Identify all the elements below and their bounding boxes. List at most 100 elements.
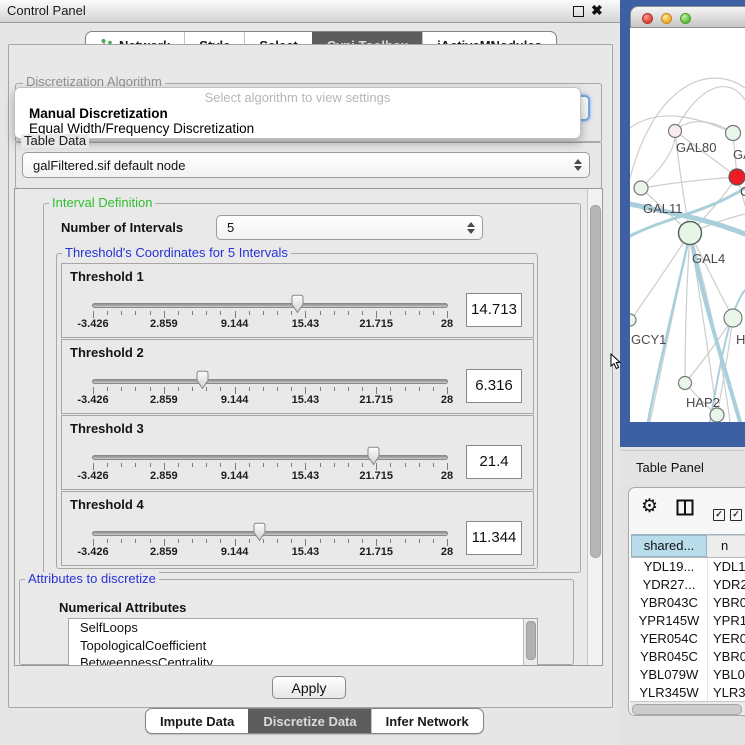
- column-header-name[interactable]: n: [707, 535, 745, 557]
- slider-tick-label: -3.426: [77, 470, 108, 482]
- table-panel-title: Table Panel: [636, 460, 704, 475]
- table-row[interactable]: YBR045CYBR0: [631, 648, 745, 666]
- node-label-c: C: [740, 184, 745, 199]
- slider-tick-label: 21.715: [359, 318, 393, 330]
- node-gal11[interactable]: [634, 181, 648, 195]
- slider-tick-label: 21.715: [359, 546, 393, 558]
- node-gcy1[interactable]: [630, 314, 636, 326]
- network-canvas[interactable]: GAL80GACGAL11GAL4HGCY1HAP2: [630, 28, 745, 422]
- slider-tick-label: 2.859: [150, 318, 178, 330]
- threshold-slider-track[interactable]: [92, 531, 448, 536]
- gear-icon[interactable]: ⚙: [641, 497, 658, 516]
- combo-arrows-icon: [467, 216, 475, 239]
- cell-name[interactable]: YBR0: [708, 648, 745, 666]
- table-row[interactable]: YDL19...YDL1: [631, 558, 745, 576]
- cell-shared-name[interactable]: YBR045C: [631, 648, 708, 666]
- slider-tick-label: 9.144: [221, 546, 249, 558]
- tab-impute-data[interactable]: Impute Data: [146, 709, 248, 733]
- dropdown-option-manual-discretization[interactable]: Manual Discretization: [29, 106, 168, 121]
- number-of-intervals-value: 5: [227, 220, 234, 235]
- table-row[interactable]: YBL079WYBL0: [631, 666, 745, 684]
- close-traffic-light-icon[interactable]: [642, 13, 653, 24]
- node-bottom[interactable]: [710, 408, 724, 422]
- attribute-item[interactable]: SelfLoops: [69, 619, 537, 637]
- threshold-value-field[interactable]: 14.713: [466, 293, 522, 327]
- zoom-traffic-light-icon[interactable]: [680, 13, 691, 24]
- table-row[interactable]: YLR345WYLR3: [631, 684, 745, 702]
- table-row[interactable]: YER054CYER0: [631, 630, 745, 648]
- attributes-scrollbar[interactable]: [523, 619, 537, 665]
- number-of-intervals-combobox[interactable]: 5: [216, 215, 483, 240]
- cell-shared-name[interactable]: YDL19...: [631, 558, 708, 576]
- column-header-shared-name[interactable]: shared...: [631, 535, 707, 557]
- threshold-label: Threshold 1: [70, 269, 144, 284]
- scrollbar-thumb[interactable]: [590, 205, 601, 558]
- table-panel-header: Table Panel: [620, 450, 745, 484]
- node-gal80[interactable]: [669, 125, 682, 138]
- checkbox-icon[interactable]: ✓: [713, 509, 725, 521]
- threshold-value-field[interactable]: 11.344: [466, 521, 522, 555]
- numerical-attributes-list[interactable]: SelfLoopsTopologicalCoefficientBetweenne…: [68, 618, 538, 666]
- slider-ticks: [93, 539, 447, 547]
- slider-tick-label: -3.426: [77, 546, 108, 558]
- attribute-item[interactable]: BetweennessCentrality: [69, 654, 537, 666]
- scrollbar-thumb[interactable]: [632, 704, 742, 715]
- node-hap2[interactable]: [679, 377, 692, 390]
- slider-tick-label: 21.715: [359, 394, 393, 406]
- slider-ticks: [93, 311, 447, 319]
- cell-name[interactable]: YER0: [708, 630, 745, 648]
- float-window-icon[interactable]: [573, 6, 584, 17]
- scrollbar-thumb[interactable]: [526, 621, 536, 660]
- cell-shared-name[interactable]: YER054C: [631, 630, 708, 648]
- node-gal4[interactable]: [679, 222, 702, 245]
- mouse-cursor: [610, 353, 622, 370]
- panel-scrollbar[interactable]: [587, 189, 602, 665]
- cell-name[interactable]: YBL0: [708, 666, 745, 684]
- node-table: shared... n YDL19...YDL1YDR27...YDR2YBR0…: [631, 534, 745, 715]
- slider-ticks: [93, 387, 447, 395]
- cell-name[interactable]: YPR1: [708, 612, 745, 630]
- cell-shared-name[interactable]: YDR27...: [631, 576, 708, 594]
- table-horizontal-scrollbar[interactable]: [630, 701, 745, 716]
- attribute-item[interactable]: TopologicalCoefficient: [69, 637, 537, 655]
- close-icon[interactable]: ✖: [591, 2, 603, 19]
- cell-shared-name[interactable]: YBL079W: [631, 666, 708, 684]
- cell-name[interactable]: YLR3: [708, 684, 745, 702]
- slider-ticks: [93, 463, 447, 471]
- slider-tick-label: 28: [441, 470, 453, 482]
- node-selected-red[interactable]: [729, 169, 745, 185]
- dropdown-hint: Select algorithm to view settings: [15, 90, 580, 105]
- threshold-slider-track[interactable]: [92, 455, 448, 460]
- slider-tick-label: 28: [441, 318, 453, 330]
- table-data-combobox[interactable]: galFiltered.sif default node: [22, 152, 590, 178]
- attributes-group-title: Attributes to discretize: [25, 572, 159, 586]
- cell-shared-name[interactable]: YPR145W: [631, 612, 708, 630]
- cell-name[interactable]: YDL1: [708, 558, 745, 576]
- thresholds-group-title: Threshold's Coordinates for 5 Intervals: [62, 246, 291, 260]
- threshold-value-field[interactable]: 6.316: [466, 369, 522, 403]
- threshold-slider-track[interactable]: [92, 379, 448, 384]
- columns-icon[interactable]: [676, 499, 694, 516]
- slider-tick-label: -3.426: [77, 394, 108, 406]
- threshold-value-field[interactable]: 21.4: [466, 445, 522, 479]
- minimize-traffic-light-icon[interactable]: [661, 13, 672, 24]
- table-row[interactable]: YDR27...YDR2: [631, 576, 745, 594]
- checkbox-icon[interactable]: ✓: [730, 509, 742, 521]
- cell-name[interactable]: YBR0: [708, 594, 745, 612]
- cell-name[interactable]: YDR2: [708, 576, 745, 594]
- node-label-gcy1: GCY1: [631, 332, 666, 347]
- threshold-label: Threshold 2: [70, 345, 144, 360]
- node-right[interactable]: [724, 309, 742, 327]
- node-top-right[interactable]: [726, 126, 741, 141]
- cell-shared-name[interactable]: YBR043C: [631, 594, 708, 612]
- tab-discretize-data[interactable]: Discretize Data: [248, 709, 370, 733]
- interval-definition-title: Interval Definition: [49, 196, 155, 210]
- network-window-titlebar[interactable]: [630, 6, 745, 28]
- apply-button[interactable]: Apply: [272, 676, 346, 699]
- threshold-panel-1: Threshold 1-3.4262.8599.14415.4321.71528…: [61, 263, 534, 338]
- cell-shared-name[interactable]: YLR345W: [631, 684, 708, 702]
- threshold-slider-track[interactable]: [92, 303, 448, 308]
- table-row[interactable]: YBR043CYBR0: [631, 594, 745, 612]
- table-row[interactable]: YPR145WYPR1: [631, 612, 745, 630]
- tab-infer-network[interactable]: Infer Network: [371, 709, 483, 733]
